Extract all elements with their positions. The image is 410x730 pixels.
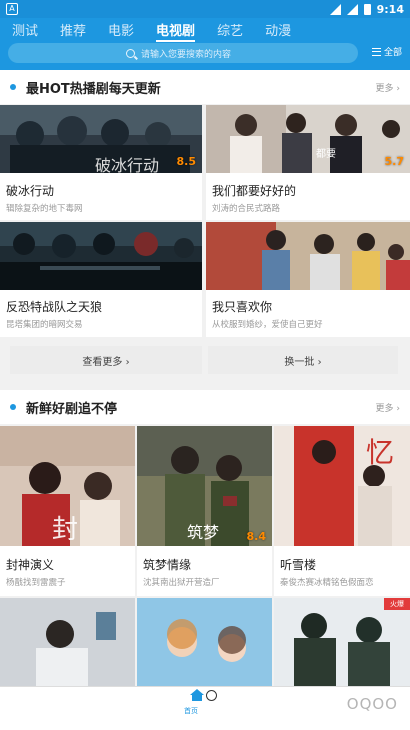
profile-icon[interactable] bbox=[206, 690, 217, 701]
drama-card[interactable]: 封 封神演义 杨戬找到雷震子 bbox=[0, 426, 135, 596]
search-input[interactable]: 请输入您要搜索的内容 bbox=[8, 43, 358, 63]
drama-title: 听雪楼 bbox=[280, 558, 317, 572]
poster-image bbox=[0, 598, 135, 686]
drama-subtitle: 昆塔集团的暗网交易 bbox=[6, 320, 83, 330]
poster-title-text: 筑梦 bbox=[187, 523, 219, 542]
poster-image: 筑梦 bbox=[137, 426, 272, 546]
poster-image bbox=[206, 222, 410, 290]
section-hot-header: 最HOT热播剧每天更新 更多 › bbox=[0, 70, 410, 104]
drama-subtitle: 辑除复杂的地下毒网 bbox=[6, 204, 83, 214]
app-notification-icon: A bbox=[6, 3, 18, 15]
refresh-batch-button[interactable]: 换一批 › bbox=[208, 346, 398, 374]
drama-title: 破冰行动 bbox=[6, 184, 55, 198]
drama-subtitle: 杨戬找到雷震子 bbox=[6, 578, 66, 588]
home-icon[interactable] bbox=[190, 689, 204, 701]
drama-subtitle: 秦俊杰赛冰精铭色假面恋 bbox=[280, 578, 374, 588]
drama-title: 封神演义 bbox=[6, 558, 55, 572]
menu-icon bbox=[371, 47, 381, 56]
section-more-link[interactable]: 更多 › bbox=[376, 401, 400, 414]
poster-title-text: 封 bbox=[52, 515, 78, 545]
score-badge: 8.5 bbox=[176, 155, 197, 168]
drama-card[interactable]: 反恐特战队之天狼 昆塔集团的暗网交易 bbox=[0, 222, 202, 337]
score-badge: 5.7 bbox=[384, 155, 405, 168]
status-bar: A 9:14 bbox=[0, 0, 410, 18]
poster-title-text: 都要 bbox=[316, 148, 336, 160]
all-categories-button[interactable]: 全部 bbox=[371, 45, 402, 58]
nav-home-label: 首页 bbox=[184, 707, 198, 715]
top-header: 测试 推荐 电影 电视剧 综艺 动漫 请输入您要搜索的内容 全部 bbox=[0, 18, 410, 70]
tab-recommend[interactable]: 推荐 bbox=[60, 20, 86, 39]
section-title: 新鲜好剧追不停 bbox=[26, 401, 118, 417]
drama-card[interactable] bbox=[137, 598, 272, 686]
drama-card[interactable]: 火爆 bbox=[274, 598, 410, 686]
wifi-icon bbox=[329, 3, 341, 15]
poster-image: 都要 bbox=[206, 105, 410, 173]
drama-card[interactable]: 我只喜欢你 从校服到婚纱，爱使自己更好 bbox=[206, 222, 410, 337]
search-placeholder: 请输入您要搜索的内容 bbox=[141, 49, 232, 60]
section-title: 最HOT热播剧每天更新 bbox=[26, 81, 161, 97]
drama-title: 我们都要好好的 bbox=[212, 184, 297, 198]
search-icon bbox=[126, 48, 135, 58]
tab-anime[interactable]: 动漫 bbox=[265, 20, 291, 39]
drama-title: 我只喜欢你 bbox=[212, 300, 273, 314]
battery-icon bbox=[363, 3, 371, 15]
tab-test[interactable]: 测试 bbox=[12, 20, 38, 39]
tab-variety[interactable]: 综艺 bbox=[217, 20, 243, 39]
status-time: 9:14 bbox=[376, 2, 404, 16]
poster-image: 破冰行动 bbox=[0, 105, 202, 173]
score-badge: 8.4 bbox=[246, 530, 267, 543]
poster-image bbox=[137, 598, 272, 686]
drama-title: 反恐特战队之天狼 bbox=[6, 300, 103, 314]
poster-title-text: 忆 bbox=[366, 436, 394, 469]
drama-card[interactable]: 都要 5.7 我们都要好好的 刘涛的合民式路路 bbox=[206, 105, 410, 220]
drama-subtitle: 沈其南出狱开营造厂 bbox=[143, 578, 220, 588]
drama-card[interactable]: 忆 听雪楼 秦俊杰赛冰精铭色假面恋 bbox=[274, 426, 410, 596]
poster-image: 忆 bbox=[274, 426, 410, 546]
section-dot-icon bbox=[10, 84, 16, 90]
tab-tv-series[interactable]: 电视剧 bbox=[156, 20, 196, 42]
drama-card[interactable] bbox=[0, 598, 135, 686]
tab-movie[interactable]: 电影 bbox=[108, 20, 134, 39]
poster-image bbox=[0, 222, 202, 290]
section-dot-icon bbox=[10, 404, 16, 410]
poster-title-text: 破冰行动 bbox=[95, 156, 159, 173]
view-more-button[interactable]: 查看更多 › bbox=[10, 346, 202, 374]
drama-subtitle: 从校服到婚纱，爱使自己更好 bbox=[212, 320, 323, 330]
category-tabs: 测试 推荐 电影 电视剧 综艺 动漫 bbox=[0, 18, 410, 42]
poster-image: 封 bbox=[0, 426, 135, 546]
drama-title: 筑梦情缘 bbox=[143, 558, 192, 572]
drama-subtitle: 刘涛的合民式路路 bbox=[212, 204, 281, 214]
drama-card[interactable]: 筑梦 8.4 筑梦情缘 沈其南出狱开营造厂 bbox=[137, 426, 272, 596]
signal-icon bbox=[346, 3, 358, 15]
all-label: 全部 bbox=[383, 48, 402, 58]
hot-badge: 火爆 bbox=[384, 598, 410, 610]
drama-card[interactable]: 破冰行动 8.5 破冰行动 辑除复杂的地下毒网 bbox=[0, 105, 202, 220]
poster-image bbox=[274, 598, 410, 686]
watermark: OQOO bbox=[346, 695, 398, 713]
section-fresh-header: 新鲜好剧追不停 更多 › bbox=[0, 390, 410, 424]
section-more-link[interactable]: 更多 › bbox=[376, 81, 400, 94]
